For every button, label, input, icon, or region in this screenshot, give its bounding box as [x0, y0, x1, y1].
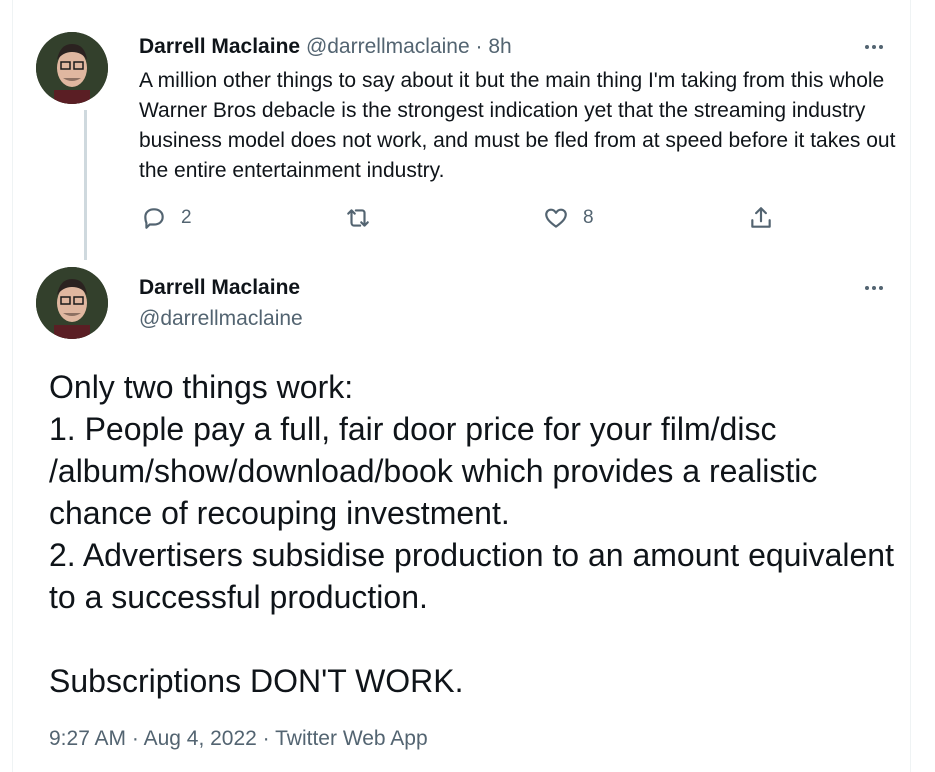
- like-button[interactable]: 8: [543, 203, 594, 233]
- more-icon[interactable]: [859, 277, 889, 299]
- tweet-metadata: 9:27 AM · Aug 4, 2022 · Twitter Web App: [49, 724, 428, 754]
- share-button[interactable]: [748, 203, 774, 233]
- author-handle[interactable]: @darrellmaclaine: [139, 304, 303, 334]
- like-icon: [545, 208, 567, 228]
- meta-separator: ·: [126, 727, 144, 750]
- reply-button[interactable]: 2: [141, 203, 192, 233]
- tweet-timestamp[interactable]: 9:27 AM: [49, 727, 126, 750]
- share-icon: [751, 207, 771, 228]
- main-tweet-text: Only two things work: 1. People pay a fu…: [49, 369, 894, 699]
- author-name[interactable]: Darrell Maclaine: [139, 35, 300, 58]
- reply-tweet-text: A million other things to say about it b…: [139, 69, 896, 182]
- meta-separator: ·: [256, 727, 276, 750]
- avatar[interactable]: [36, 32, 108, 104]
- avatar[interactable]: [36, 267, 108, 339]
- reply-count: 2: [181, 207, 192, 228]
- author-name[interactable]: Darrell Maclaine: [139, 273, 300, 303]
- reply-icon: [144, 208, 164, 229]
- retweet-button[interactable]: [345, 203, 371, 233]
- tweet-thread: Darrell Maclaine @darrellmaclaine · 8h A…: [12, 0, 911, 772]
- tweet-client[interactable]: Twitter Web App: [275, 727, 428, 750]
- retweet-icon: [347, 209, 369, 227]
- like-count: 8: [583, 207, 594, 228]
- tweet-time[interactable]: 8h: [488, 35, 511, 58]
- reply-tweet-header: Darrell Maclaine @darrellmaclaine · 8h: [139, 33, 512, 61]
- more-icon[interactable]: [859, 36, 889, 58]
- author-handle[interactable]: @darrellmaclaine: [306, 35, 470, 58]
- tweet-date[interactable]: Aug 4, 2022: [144, 727, 257, 750]
- thread-connector-line: [84, 110, 87, 260]
- header-separator: ·: [469, 35, 489, 58]
